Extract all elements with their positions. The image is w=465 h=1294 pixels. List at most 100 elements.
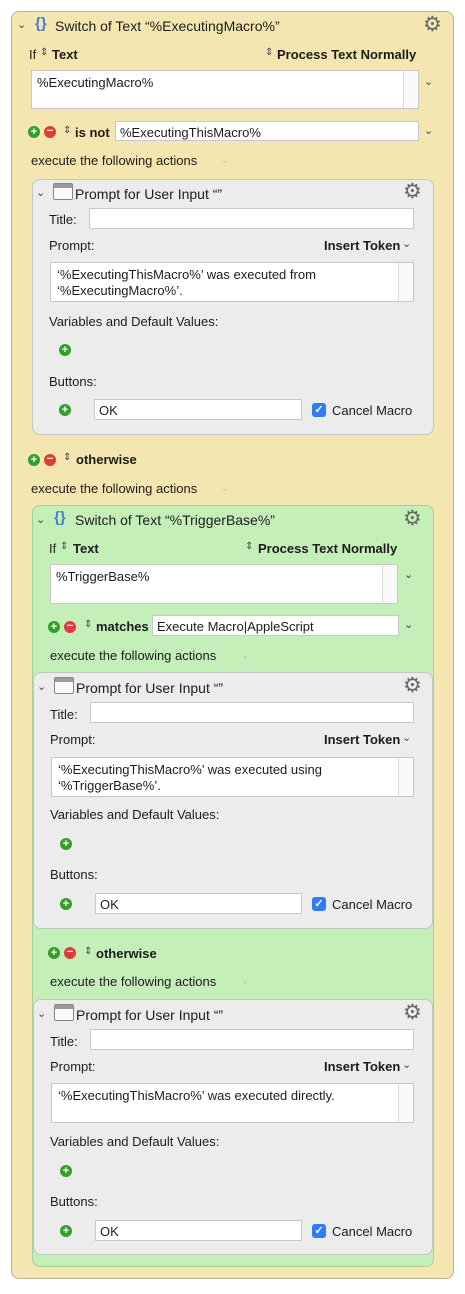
window-icon [54, 677, 74, 694]
case-value-field[interactable]: Execute Macro|AppleScript [152, 615, 399, 636]
gear-icon[interactable]: ⚙ [423, 14, 442, 35]
add-circle-icon[interactable]: + [60, 1225, 72, 1237]
checkmark-icon[interactable]: ✓ [312, 897, 326, 911]
up-down-arrows-icon[interactable]: ⇕ [63, 452, 71, 463]
process-text-select[interactable]: Process Text Normally [277, 47, 416, 62]
add-circle-icon[interactable]: + [48, 621, 60, 633]
execute-actions-label: execute the following actions [50, 974, 217, 989]
prompt-text-field[interactable]: ‘%ExecutingThisMacro%’ was executed from… [50, 262, 414, 302]
cancel-macro-label[interactable]: Cancel Macro [332, 403, 412, 418]
remove-circle-icon[interactable]: − [44, 454, 56, 466]
action-title[interactable]: Switch of Text “%ExecutingMacro%” [55, 18, 280, 34]
chevron-down-icon[interactable]: ⌄ [17, 18, 26, 31]
variables-label: Variables and Default Values: [50, 1134, 220, 1149]
insert-token-button[interactable]: Insert Token [324, 238, 400, 253]
title-field[interactable] [90, 1029, 414, 1050]
up-down-arrows-icon[interactable]: ⇕ [40, 47, 48, 58]
scrollbar[interactable] [382, 565, 397, 603]
up-down-arrows-icon[interactable]: ⇕ [63, 125, 71, 136]
chevron-down-icon[interactable]: ⌄ [36, 513, 45, 526]
variables-label: Variables and Default Values: [50, 807, 220, 822]
chevron-down-icon[interactable]: ⌄ [36, 186, 45, 199]
add-circle-icon[interactable]: + [48, 947, 60, 959]
up-down-arrows-icon[interactable]: ⇕ [60, 541, 68, 552]
chevron-down-icon[interactable]: ⌄ [241, 650, 249, 661]
add-circle-icon[interactable]: + [60, 1165, 72, 1177]
otherwise-select[interactable]: otherwise [76, 452, 137, 467]
chevron-down-icon[interactable]: ⌄ [221, 155, 229, 166]
prompt-text-line: ‘%ExecutingThisMacro%’ was executed from [57, 267, 316, 282]
process-text-select[interactable]: Process Text Normally [258, 541, 397, 556]
action-title[interactable]: Prompt for User Input “” [76, 680, 223, 696]
remove-circle-icon[interactable]: − [64, 621, 76, 633]
chevron-down-icon[interactable]: ⌄ [221, 483, 229, 494]
button-name-field[interactable]: OK [94, 399, 302, 420]
case-operator-select[interactable]: is not [75, 125, 110, 140]
case-value-field[interactable]: %ExecutingThisMacro% [115, 121, 419, 141]
checkmark-icon[interactable]: ✓ [312, 1224, 326, 1238]
chevron-down-icon[interactable]: ⌄ [37, 680, 46, 693]
action-title[interactable]: Prompt for User Input “” [76, 1007, 223, 1023]
button-name-field[interactable]: OK [95, 893, 302, 914]
otherwise-select[interactable]: otherwise [96, 946, 157, 961]
cancel-macro-label[interactable]: Cancel Macro [332, 1224, 412, 1239]
button-name-field[interactable]: OK [95, 1220, 302, 1241]
source-select[interactable]: Text [52, 47, 78, 62]
add-circle-icon[interactable]: + [59, 404, 71, 416]
title-label: Title: [49, 212, 77, 227]
checkmark-icon[interactable]: ✓ [312, 403, 326, 417]
chevron-down-icon[interactable]: ⌄ [402, 237, 411, 250]
switch-text-field[interactable]: %ExecutingMacro% [31, 70, 419, 109]
chevron-down-icon[interactable]: ⌄ [402, 731, 411, 744]
chevron-down-icon[interactable]: ⌄ [37, 1007, 46, 1020]
title-field[interactable] [90, 702, 414, 723]
up-down-arrows-icon[interactable]: ⇕ [84, 946, 92, 957]
scrollbar[interactable] [403, 71, 418, 108]
gear-icon[interactable]: ⚙ [403, 508, 422, 529]
insert-token-button[interactable]: Insert Token [324, 1059, 400, 1074]
action-title[interactable]: Switch of Text “%TriggerBase%” [75, 512, 275, 528]
scrollbar[interactable] [398, 1084, 413, 1122]
add-circle-icon[interactable]: + [59, 344, 71, 356]
chevron-down-icon[interactable]: ⌄ [424, 75, 433, 88]
add-circle-icon[interactable]: + [60, 898, 72, 910]
switch-braces-icon: {} [54, 509, 66, 526]
chevron-down-icon[interactable]: ⌄ [402, 1058, 411, 1071]
add-circle-icon[interactable]: + [28, 454, 40, 466]
chevron-down-icon[interactable]: ⌄ [404, 568, 413, 581]
prompt-text-field[interactable]: ‘%ExecutingThisMacro%’ was executed dire… [51, 1083, 414, 1123]
up-down-arrows-icon[interactable]: ⇕ [265, 47, 273, 58]
gear-icon[interactable]: ⚙ [403, 675, 422, 696]
title-field[interactable] [89, 208, 414, 229]
chevron-down-icon[interactable]: ⌄ [404, 618, 413, 631]
prompt-label: Prompt: [49, 238, 95, 253]
up-down-arrows-icon[interactable]: ⇕ [245, 541, 253, 552]
gear-icon[interactable]: ⚙ [403, 181, 422, 202]
cancel-macro-label[interactable]: Cancel Macro [332, 897, 412, 912]
chevron-down-icon[interactable]: ⌄ [424, 124, 433, 137]
up-down-arrows-icon[interactable]: ⇕ [84, 619, 92, 630]
remove-circle-icon[interactable]: − [44, 126, 56, 138]
add-circle-icon[interactable]: + [28, 126, 40, 138]
insert-token-button[interactable]: Insert Token [324, 732, 400, 747]
if-label: If [49, 541, 57, 556]
execute-actions-label: execute the following actions [50, 648, 217, 663]
add-circle-icon[interactable]: + [60, 838, 72, 850]
button-name-value: OK [99, 403, 118, 418]
source-select[interactable]: Text [73, 541, 99, 556]
case-operator-select[interactable]: matches [96, 619, 149, 634]
scrollbar[interactable] [398, 263, 413, 301]
prompt-text-field[interactable]: ‘%ExecutingThisMacro%’ was executed usin… [51, 757, 414, 797]
switch-text-field[interactable]: %TriggerBase% [50, 564, 398, 604]
if-label: If [29, 47, 37, 62]
window-icon [54, 1004, 74, 1021]
chevron-down-icon[interactable]: ⌄ [241, 976, 249, 987]
action-title[interactable]: Prompt for User Input “” [75, 186, 222, 202]
remove-circle-icon[interactable]: − [64, 947, 76, 959]
variables-label: Variables and Default Values: [49, 314, 219, 329]
gear-icon[interactable]: ⚙ [403, 1002, 422, 1023]
prompt-text-line: ‘%ExecutingThisMacro%’ was executed usin… [58, 762, 322, 777]
title-label: Title: [50, 707, 78, 722]
scrollbar[interactable] [398, 758, 413, 796]
window-icon [53, 183, 73, 200]
